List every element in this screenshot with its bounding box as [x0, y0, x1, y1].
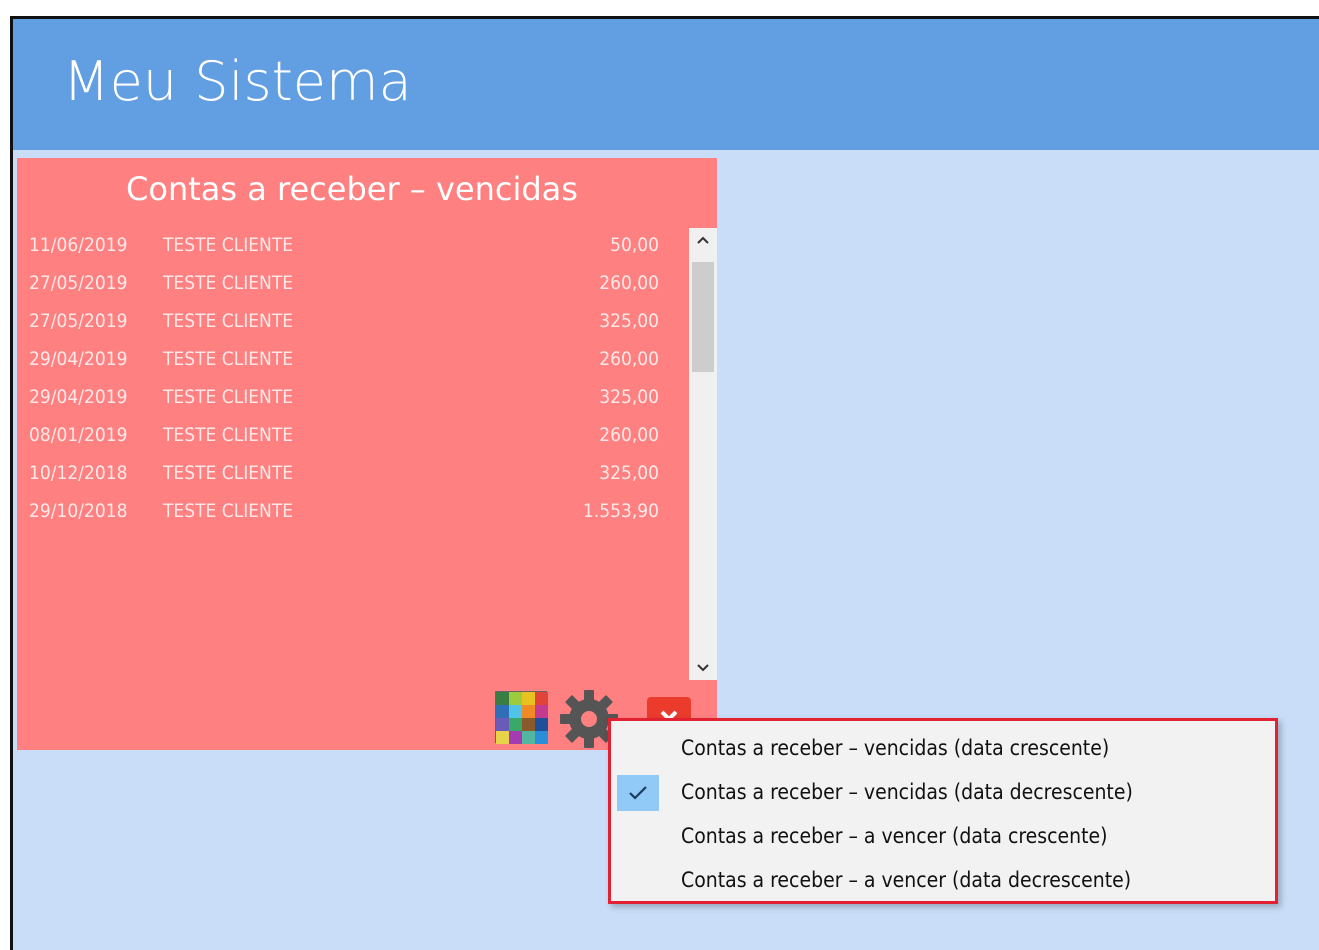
list-item[interactable]: 08/01/2019 TESTE CLIENTE 260,00 — [17, 418, 687, 456]
row-client: TESTE CLIENTE — [163, 348, 294, 370]
menu-item-label: Contas a receber – vencidas (data decres… — [681, 780, 1133, 804]
check-icon — [617, 775, 659, 811]
sort-context-menu: Contas a receber – vencidas (data cresce… — [608, 718, 1278, 904]
row-value: 260,00 — [599, 272, 659, 294]
row-date: 29/04/2019 — [29, 386, 128, 408]
list-item[interactable]: 11/06/2019 TESTE CLIENTE 50,00 — [17, 228, 687, 266]
row-date: 27/05/2019 — [29, 272, 128, 294]
menu-item-label: Contas a receber – a vencer (data decres… — [681, 868, 1132, 892]
app-title: Meu Sistema — [63, 50, 412, 113]
tile-title: Contas a receber – vencidas — [126, 170, 578, 208]
row-date: 29/04/2019 — [29, 348, 128, 370]
color-palette-icon[interactable] — [495, 691, 548, 744]
list-item[interactable]: 27/05/2019 TESTE CLIENTE 260,00 — [17, 266, 687, 304]
row-date: 08/01/2019 — [29, 424, 128, 446]
menu-item-vencidas-crescente[interactable]: Contas a receber – vencidas (data cresce… — [611, 727, 1275, 769]
row-client: TESTE CLIENTE — [163, 234, 294, 256]
row-value: 325,00 — [599, 310, 659, 332]
row-client: TESTE CLIENTE — [163, 424, 294, 446]
row-date: 11/06/2019 — [29, 234, 128, 256]
row-date: 10/12/2018 — [29, 462, 128, 484]
list-item[interactable]: 29/04/2019 TESTE CLIENTE 260,00 — [17, 342, 687, 380]
row-client: TESTE CLIENTE — [163, 310, 294, 332]
receivables-list: 11/06/2019 TESTE CLIENTE 50,00 27/05/201… — [17, 228, 687, 678]
menu-item-a-vencer-crescente[interactable]: Contas a receber – a vencer (data cresce… — [611, 815, 1275, 857]
row-client: TESTE CLIENTE — [163, 500, 294, 522]
row-value: 325,00 — [599, 386, 659, 408]
app-window: Meu Sistema Contas a receber – vencidas … — [10, 16, 1319, 950]
chevron-down-icon — [697, 664, 709, 672]
chevron-up-icon — [697, 236, 709, 244]
row-client: TESTE CLIENTE — [163, 386, 294, 408]
row-date: 29/10/2018 — [29, 500, 128, 522]
menu-item-a-vencer-decrescente[interactable]: Contas a receber – a vencer (data decres… — [611, 859, 1275, 901]
menu-item-vencidas-decrescente[interactable]: Contas a receber – vencidas (data decres… — [611, 771, 1275, 813]
row-value: 260,00 — [599, 424, 659, 446]
list-item[interactable]: 10/12/2018 TESTE CLIENTE 325,00 — [17, 456, 687, 494]
row-value: 1.553,90 — [582, 500, 659, 522]
row-value: 260,00 — [599, 348, 659, 370]
app-header: Meu Sistema — [13, 19, 1319, 150]
row-client: TESTE CLIENTE — [163, 272, 294, 294]
scroll-down-button[interactable] — [689, 656, 717, 680]
receivables-tile[interactable]: Contas a receber – vencidas 11/06/2019 T… — [17, 158, 717, 750]
row-client: TESTE CLIENTE — [163, 462, 294, 484]
scroll-thumb[interactable] — [692, 262, 714, 372]
row-value: 325,00 — [599, 462, 659, 484]
list-item[interactable]: 29/10/2018 TESTE CLIENTE 1.553,90 — [17, 494, 687, 532]
list-item[interactable]: 29/04/2019 TESTE CLIENTE 325,00 — [17, 380, 687, 418]
menu-item-label: Contas a receber – vencidas (data cresce… — [681, 736, 1110, 760]
row-date: 27/05/2019 — [29, 310, 128, 332]
scroll-up-button[interactable] — [689, 228, 717, 252]
list-scrollbar[interactable] — [689, 228, 717, 680]
list-item[interactable]: 27/05/2019 TESTE CLIENTE 325,00 — [17, 304, 687, 342]
row-value: 50,00 — [610, 234, 659, 256]
menu-item-label: Contas a receber – a vencer (data cresce… — [681, 824, 1108, 848]
